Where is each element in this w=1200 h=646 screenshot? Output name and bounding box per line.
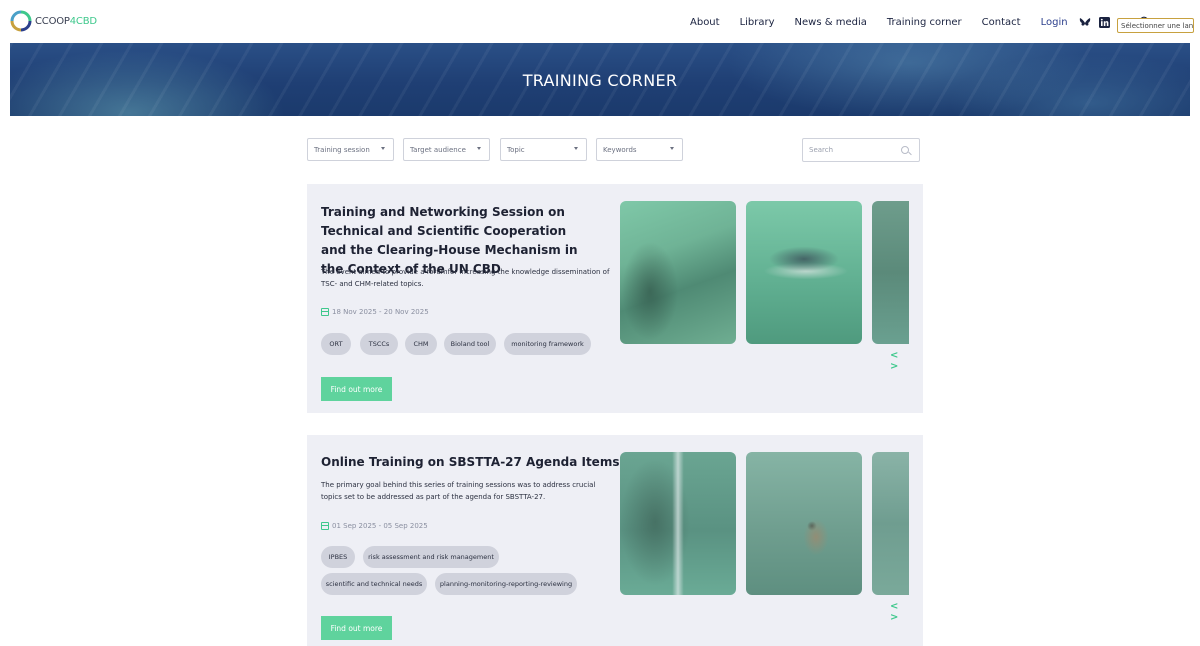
tag[interactable]: TSCCs [360, 333, 398, 355]
page-banner: TRAINING CORNER [10, 43, 1190, 116]
search-input[interactable]: Search [802, 138, 920, 162]
chevron-down-icon [574, 147, 578, 150]
card-image[interactable] [872, 452, 909, 595]
site-logo[interactable]: CCOOP4CBD [10, 10, 97, 32]
keywords-filter[interactable]: Keywords [596, 138, 683, 161]
calendar-icon [321, 522, 329, 530]
linkedin-icon[interactable] [1099, 16, 1111, 28]
main-nav: About Library News & media Training corn… [690, 0, 1159, 44]
carousel-arrows[interactable]: < > [890, 601, 923, 623]
chevron-down-icon [670, 147, 674, 150]
training-session-filter-label: Training session [314, 145, 370, 154]
nav-about[interactable]: About [690, 17, 720, 28]
tag[interactable]: ORT [321, 333, 351, 355]
tag[interactable]: planning-monitoring-reporting-reviewing [435, 573, 577, 595]
tag[interactable]: Bioland tool [444, 333, 496, 355]
calendar-icon [321, 308, 329, 316]
search-placeholder: Search [809, 146, 834, 154]
keywords-filter-label: Keywords [603, 145, 637, 154]
site-header: CCOOP4CBD About Library News & media Tra… [0, 0, 1200, 44]
page-title: TRAINING CORNER [522, 71, 678, 90]
tag[interactable]: monitoring framework [504, 333, 591, 355]
card-image[interactable] [746, 201, 862, 344]
find-out-more-button[interactable]: Find out more [321, 616, 392, 640]
card-image[interactable] [872, 201, 909, 344]
chevron-down-icon [477, 147, 481, 150]
language-select-label: Sélectionner une langue [1121, 21, 1194, 30]
topic-filter-label: Topic [507, 145, 525, 154]
tag[interactable]: scientific and technical needs [321, 573, 427, 595]
card-date-text: 01 Sep 2025 - 05 Sep 2025 [332, 522, 428, 530]
tag[interactable]: CHM [405, 333, 437, 355]
topic-filter[interactable]: Topic [500, 138, 587, 161]
tag[interactable]: IPBES [321, 546, 355, 568]
card-date: 01 Sep 2025 - 05 Sep 2025 [321, 522, 428, 530]
card-description: The primary goal behind this series of t… [321, 481, 596, 501]
training-session-filter[interactable]: Training session [307, 138, 394, 161]
nav-library[interactable]: Library [740, 17, 775, 28]
search-icon [901, 146, 909, 154]
nav-training-corner[interactable]: Training corner [887, 17, 962, 28]
language-select[interactable]: Sélectionner une langue [1117, 18, 1194, 33]
chevron-down-icon [381, 147, 385, 150]
training-card: Online Training on SBSTTA-27 Agenda Item… [307, 435, 923, 646]
tag[interactable]: risk assessment and risk management [363, 546, 499, 568]
card-date: 18 Nov 2025 - 20 Nov 2025 [321, 308, 429, 316]
card-date-text: 18 Nov 2025 - 20 Nov 2025 [332, 308, 429, 316]
logo-mark-icon [10, 10, 32, 32]
nav-news-media[interactable]: News & media [795, 17, 867, 28]
bluesky-icon[interactable] [1079, 16, 1091, 28]
nav-contact[interactable]: Contact [982, 17, 1021, 28]
card-title[interactable]: Online Training on SBSTTA-27 Agenda Item… [321, 453, 621, 472]
find-out-more-button[interactable]: Find out more [321, 377, 392, 401]
target-audience-filter[interactable]: Target audience [403, 138, 490, 161]
training-card: Training and Networking Session on Techn… [307, 184, 923, 413]
target-audience-filter-label: Target audience [410, 145, 466, 154]
card-image[interactable] [746, 452, 862, 595]
card-image[interactable] [620, 201, 736, 344]
login-link[interactable]: Login [1041, 17, 1068, 28]
logo-text: CCOOP4CBD [35, 15, 97, 27]
carousel-arrows[interactable]: < > [890, 350, 923, 372]
card-description: The event aimed to provide a forumfor in… [321, 268, 610, 288]
card-image[interactable] [620, 452, 736, 595]
